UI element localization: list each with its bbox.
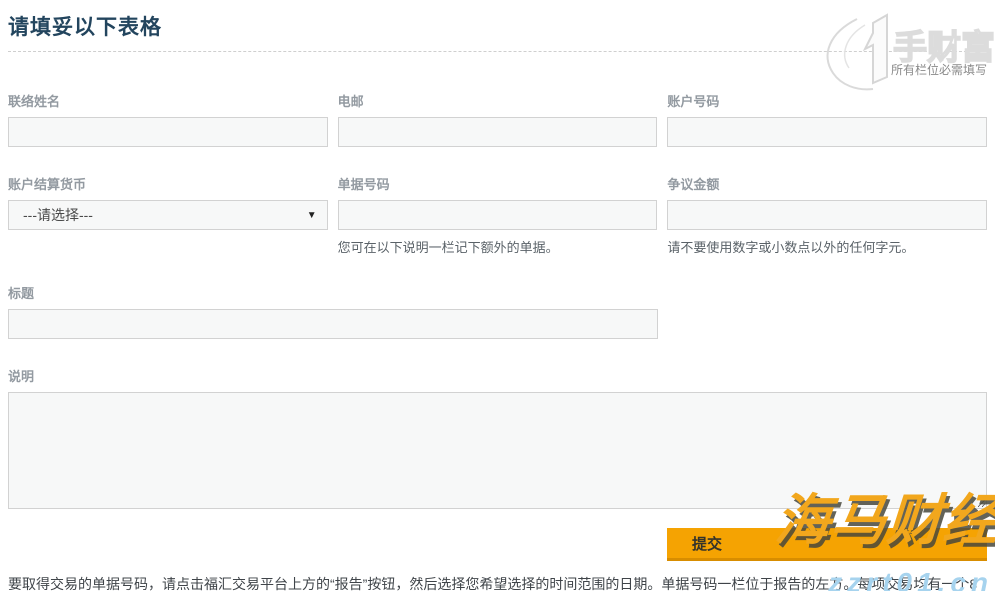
field-description: 说明: [8, 366, 987, 509]
contact-name-input[interactable]: [8, 117, 328, 147]
field-ticket-number: 单据号码 您可在以下说明一栏记下额外的单据。: [338, 174, 658, 256]
field-dispute-amount: 争议金额 请不要使用数字或小数点以外的任何字元。: [667, 174, 987, 256]
email-field[interactable]: [338, 117, 658, 147]
dispute-amount-label: 争议金额: [667, 174, 987, 193]
dispute-amount-hint: 请不要使用数字或小数点以外的任何字元。: [667, 237, 987, 256]
subject-label: 标题: [8, 283, 658, 302]
subject-input[interactable]: [8, 309, 658, 339]
submit-row: 提交: [8, 528, 987, 561]
field-contact-name: 联络姓名: [8, 91, 328, 147]
contact-name-label: 联络姓名: [8, 91, 328, 110]
footer-instructions: 要取得交易的单据号码，请点击福汇交易平台上方的“报告”按钮，然后选择您希望选择的…: [8, 574, 987, 591]
currency-select-value: ---请选择---: [23, 205, 93, 225]
account-currency-label: 账户结算货币: [8, 174, 328, 193]
ticket-number-hint: 您可在以下说明一栏记下额外的单据。: [338, 237, 658, 256]
chevron-down-icon: ▼: [307, 210, 317, 221]
field-subject: 标题: [8, 283, 658, 339]
field-email: 电邮: [338, 91, 658, 147]
submit-button[interactable]: 提交: [667, 528, 987, 561]
currency-select[interactable]: ---请选择--- ▼: [8, 200, 328, 230]
dashed-divider: [8, 51, 987, 52]
account-number-label: 账户号码: [667, 91, 987, 110]
ticket-number-label: 单据号码: [338, 174, 658, 193]
email-label: 电邮: [338, 91, 658, 110]
dispute-amount-input[interactable]: [667, 200, 987, 230]
description-label: 说明: [8, 366, 987, 385]
description-textarea[interactable]: [8, 392, 987, 509]
account-number-input[interactable]: [667, 117, 987, 147]
field-account-currency: 账户结算货币 ---请选择--- ▼: [8, 174, 328, 256]
contact-form: 联络姓名 电邮 账户号码 账户结算货币 ---请选择--- ▼ 单据号码: [8, 91, 987, 561]
ticket-number-input[interactable]: [338, 200, 658, 230]
form-grid: 联络姓名 电邮 账户号码 账户结算货币 ---请选择--- ▼ 单据号码: [8, 91, 987, 283]
page-title: 请填妥以下表格: [8, 11, 987, 41]
field-account-number: 账户号码: [667, 91, 987, 147]
form-page: 手财富 请填妥以下表格 所有栏位必需填写 联络姓名 电邮 账户号码 账户结算货币…: [0, 11, 995, 591]
required-fields-note: 所有栏位必需填写: [8, 61, 987, 76]
